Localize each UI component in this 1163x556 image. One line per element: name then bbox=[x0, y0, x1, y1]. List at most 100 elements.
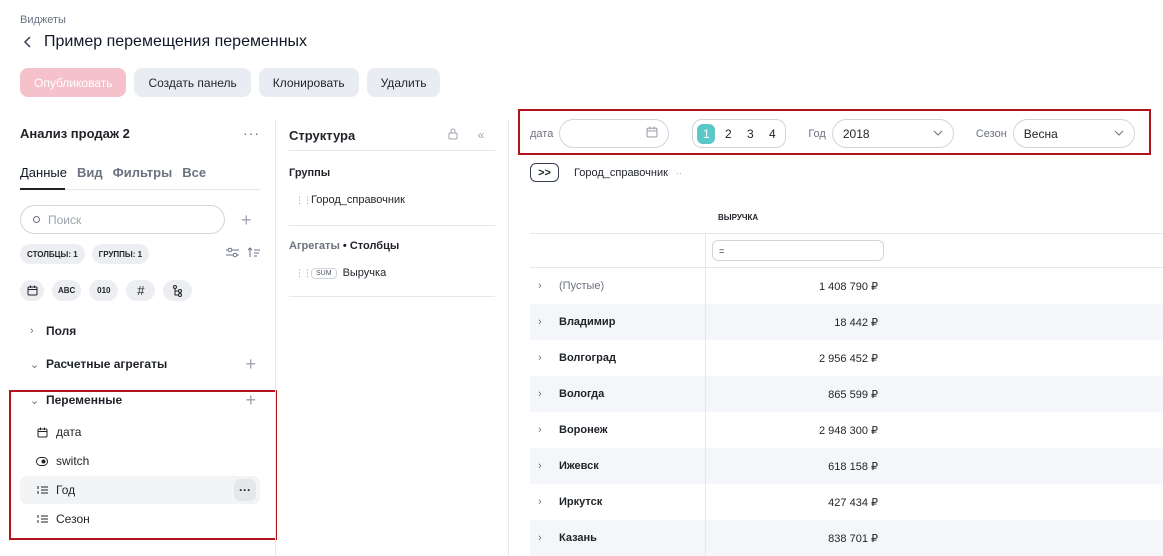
chevron-down-icon: ⌄ bbox=[30, 358, 40, 371]
lock-icon[interactable] bbox=[439, 128, 467, 143]
chevron-down-icon: ⌄ bbox=[30, 394, 40, 407]
group-field[interactable]: ⋮⋮ Город_справочник bbox=[289, 191, 495, 209]
chevron-right-icon[interactable]: › bbox=[530, 532, 559, 544]
tab-view[interactable]: Вид bbox=[77, 165, 103, 180]
table-row[interactable]: › Волгоград 2 956 452 ₽ bbox=[530, 340, 1163, 376]
groups-chip[interactable]: ГРУППЫ: 1 bbox=[91, 244, 150, 264]
breadcrumb[interactable]: Виджеты bbox=[20, 14, 66, 26]
tab-data[interactable]: Данные bbox=[20, 165, 67, 180]
hierarchy-icon bbox=[173, 284, 183, 297]
toggle-icon bbox=[36, 455, 48, 467]
tree-calc-aggregates[interactable]: ⌄ Расчетные агрегаты + bbox=[20, 351, 260, 377]
filter-row: = bbox=[530, 234, 1163, 268]
aggregates-label: Агрегаты bbox=[289, 240, 340, 252]
year-filter-label: Год bbox=[808, 127, 826, 140]
switch-pager: 1 2 3 4 bbox=[692, 119, 787, 148]
aggregate-field[interactable]: ⋮⋮ SUM Выручка bbox=[289, 264, 495, 282]
row-field-chip[interactable]: Город_справочник ·· bbox=[574, 167, 682, 179]
chevron-right-icon[interactable]: › bbox=[530, 280, 559, 292]
calendar-icon bbox=[646, 126, 658, 141]
create-panel-button[interactable]: Создать панель bbox=[134, 68, 251, 97]
delete-button[interactable]: Удалить bbox=[366, 68, 441, 97]
divider bbox=[508, 120, 509, 556]
column-filter-input[interactable]: = bbox=[712, 240, 884, 261]
add-variable-icon[interactable]: + bbox=[245, 391, 260, 409]
table-row[interactable]: › Казань 838 701 ₽ bbox=[530, 520, 1163, 556]
chevron-right-icon: › bbox=[30, 325, 34, 337]
table-row[interactable]: › (Пустые) 1 408 790 ₽ bbox=[530, 268, 1163, 304]
chevron-right-icon[interactable]: › bbox=[530, 352, 559, 364]
chevron-right-icon[interactable]: › bbox=[530, 424, 559, 436]
columns-label: • Столбцы bbox=[342, 240, 400, 252]
column-header-revenue[interactable]: ВЫРУЧКА bbox=[718, 213, 758, 222]
row-value: 427 434 ₽ bbox=[828, 496, 878, 509]
row-value: 2 948 300 ₽ bbox=[819, 424, 878, 437]
date-filter-label: дата bbox=[530, 127, 554, 140]
expand-all-button[interactable]: >> bbox=[530, 163, 559, 182]
variable-item-date[interactable]: дата bbox=[20, 418, 260, 446]
type-date-chip[interactable] bbox=[20, 280, 44, 301]
tab-all[interactable]: Все bbox=[182, 165, 206, 180]
row-city: (Пустые) bbox=[559, 280, 605, 292]
table-row[interactable]: › Ижевск 618 158 ₽ bbox=[530, 448, 1163, 484]
calendar-icon bbox=[27, 285, 37, 296]
columns-chip[interactable]: СТОЛБЦЫ: 1 bbox=[20, 244, 85, 264]
chevron-left-icon[interactable] bbox=[20, 34, 36, 50]
row-city: Ижевск bbox=[559, 460, 599, 472]
tree-fields[interactable]: › Поля bbox=[20, 318, 260, 344]
date-filter-input[interactable] bbox=[559, 119, 670, 148]
add-field-icon[interactable]: + bbox=[241, 211, 252, 229]
table-row[interactable]: › Иркутск 427 434 ₽ bbox=[530, 484, 1163, 520]
chevron-right-icon[interactable]: › bbox=[530, 388, 559, 400]
search-input[interactable] bbox=[48, 212, 198, 227]
type-string-chip[interactable]: ABC bbox=[52, 280, 82, 301]
page-1[interactable]: 1 bbox=[697, 123, 716, 144]
chevron-right-icon[interactable]: › bbox=[530, 460, 559, 472]
tree-variables-label: Переменные bbox=[46, 393, 123, 407]
variable-item-season[interactable]: Сезон bbox=[20, 505, 260, 533]
collapse-icon[interactable]: « bbox=[467, 128, 495, 142]
variable-item-year[interactable]: Год ··· bbox=[20, 476, 260, 504]
tree-variables[interactable]: ⌄ Переменные + bbox=[20, 387, 260, 413]
row-value: 838 701 ₽ bbox=[828, 532, 878, 545]
more-actions-icon[interactable]: ··· bbox=[234, 479, 256, 501]
season-select[interactable]: Весна bbox=[1012, 119, 1135, 148]
add-calc-icon[interactable]: + bbox=[245, 355, 260, 373]
type-number-chip[interactable]: # bbox=[126, 280, 156, 301]
year-select[interactable]: 2018 bbox=[831, 119, 954, 148]
type-hierarchy-chip[interactable] bbox=[163, 280, 193, 301]
aggregate-field-label: Выручка bbox=[342, 267, 387, 279]
page-4[interactable]: 4 bbox=[763, 124, 781, 144]
list-icon bbox=[36, 484, 48, 496]
drag-handle-icon[interactable]: ⋮⋮ bbox=[295, 268, 312, 279]
clone-button[interactable]: Клонировать bbox=[258, 68, 359, 97]
variable-label: switch bbox=[56, 454, 90, 468]
structure-panel: Структура « Группы ⋮⋮ Город_справочник А… bbox=[289, 120, 495, 297]
chevron-right-icon[interactable]: › bbox=[530, 316, 559, 328]
page-3[interactable]: 3 bbox=[741, 124, 759, 144]
publish-button[interactable]: Опубликовать bbox=[20, 68, 127, 97]
sort-icon[interactable] bbox=[246, 247, 260, 261]
active-tab-indicator bbox=[20, 188, 65, 190]
table-row[interactable]: › Воронеж 2 948 300 ₽ bbox=[530, 412, 1163, 448]
table-row[interactable]: › Вологда 865 599 ₽ bbox=[530, 376, 1163, 412]
chevron-down-icon bbox=[1114, 128, 1124, 139]
search-box[interactable] bbox=[20, 205, 225, 234]
type-binary-chip[interactable]: 010 bbox=[89, 280, 119, 301]
row-value: 1 408 790 ₽ bbox=[819, 280, 878, 293]
settings-sliders-icon[interactable] bbox=[225, 247, 239, 261]
groups-title: Группы bbox=[289, 167, 331, 179]
row-fields-bar: >> Город_справочник ·· bbox=[530, 163, 682, 182]
drag-handle-icon[interactable]: ⋮⋮ bbox=[295, 195, 312, 206]
row-city: Вологда bbox=[559, 388, 605, 400]
row-city: Воронеж bbox=[559, 424, 608, 436]
structure-title: Структура bbox=[289, 127, 356, 143]
toolbar: Опубликовать Создать панель Клонировать … bbox=[20, 68, 441, 97]
table-row[interactable]: › Владимир 18 442 ₽ bbox=[530, 304, 1163, 340]
page-2[interactable]: 2 bbox=[719, 124, 737, 144]
more-icon[interactable]: ·· bbox=[676, 168, 682, 178]
chevron-right-icon[interactable]: › bbox=[530, 496, 559, 508]
more-icon[interactable]: ··· bbox=[243, 125, 260, 141]
tab-filters[interactable]: Фильтры bbox=[113, 165, 173, 180]
variable-item-switch[interactable]: switch bbox=[20, 447, 260, 475]
